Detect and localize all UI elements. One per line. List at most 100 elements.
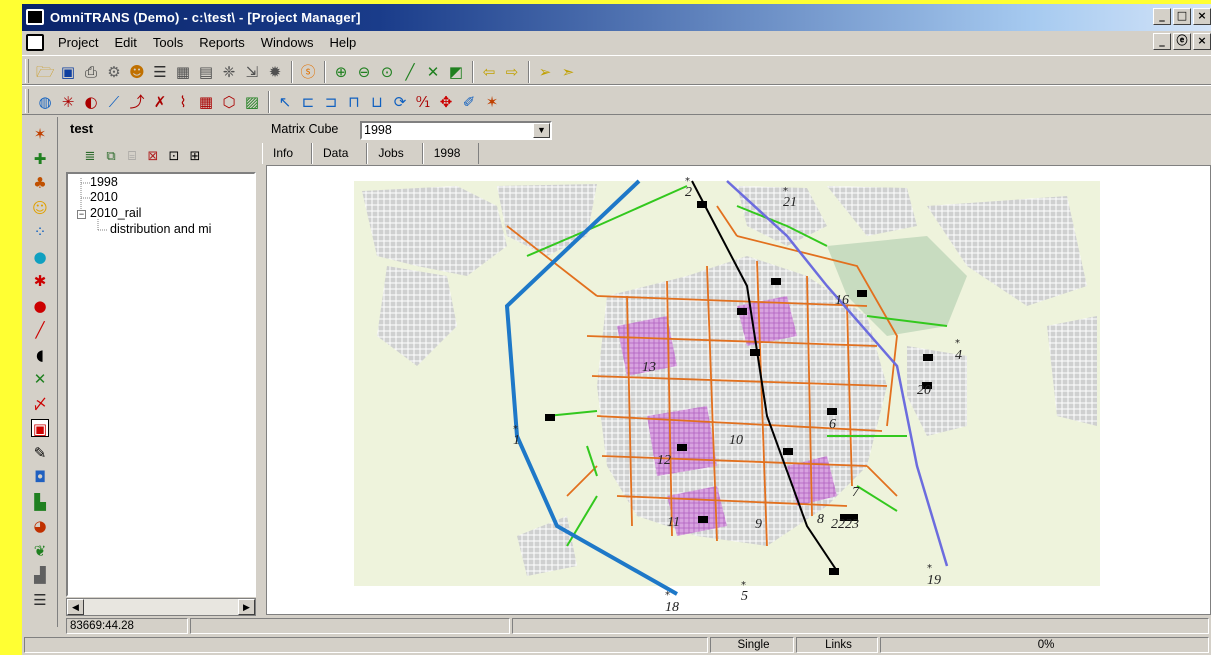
grid-icon[interactable]: ▦ [197, 93, 215, 111]
users-icon[interactable]: ♣ [31, 174, 49, 192]
stop-icon[interactable]: ✶ [31, 125, 49, 143]
tree-item[interactable]: 2010_rail [90, 206, 141, 220]
bus-icon[interactable]: ▣ [31, 419, 49, 438]
box-select-icon[interactable]: ⊏ [299, 93, 317, 111]
minimize-button[interactable]: _ [1153, 8, 1171, 25]
tree-item[interactable]: 2010 [90, 190, 118, 204]
menu-tools[interactable]: Tools [153, 35, 183, 50]
menu-project[interactable]: Project [58, 35, 98, 50]
puzzle-icon[interactable]: ✚ [31, 150, 49, 168]
face-icon[interactable]: ☺ [31, 199, 49, 217]
map-tool-icon[interactable]: ▨ [243, 93, 261, 111]
back-icon[interactable]: ⇦ [480, 63, 498, 81]
maximize-button[interactable]: □ [1173, 8, 1191, 25]
link-icon[interactable]: ⟋ [105, 93, 123, 111]
refresh-icon[interactable]: ⊞ [187, 149, 203, 165]
chart-icon[interactable]: ▟ [31, 566, 49, 584]
calculator-icon[interactable]: ▤ [197, 63, 215, 81]
node-icon[interactable]: ✳ [59, 93, 77, 111]
user-icon[interactable]: ☻ [128, 63, 146, 81]
delete-variant-icon[interactable]: ⊠ [145, 149, 161, 165]
pen-icon[interactable]: 〆 [31, 395, 49, 413]
matrix-cube-select[interactable]: 1998 ▼ [360, 121, 552, 140]
sphere-icon[interactable]: ● [31, 248, 49, 266]
document-icon[interactable] [26, 34, 44, 51]
print-icon[interactable]: ⎙ [82, 63, 100, 81]
copy-variant-icon[interactable]: ⧉ [103, 149, 119, 165]
box-select-plus-icon[interactable]: ⊐ [322, 93, 340, 111]
menu-edit[interactable]: Edit [114, 35, 136, 50]
network-icon[interactable]: ❈ [220, 63, 238, 81]
tab-data[interactable]: Data [312, 143, 368, 164]
open-folder-icon[interactable]: 🗁 [36, 63, 55, 81]
tab-1998[interactable]: 1998 [422, 143, 480, 164]
export-icon[interactable]: ⇲ [243, 63, 261, 81]
save-icon[interactable]: ▣ [59, 63, 77, 81]
route-icon[interactable]: ⤴ [128, 93, 146, 111]
properties-icon[interactable]: ⊡ [166, 149, 182, 165]
palette-icon[interactable]: ◘ [31, 468, 49, 486]
tree-item[interactable]: 1998 [90, 175, 118, 189]
settings-icon[interactable]: ⚙ [105, 63, 123, 81]
bubble-icon[interactable]: ◖ [31, 346, 49, 364]
mdi-minimize-button[interactable]: _ [1153, 33, 1171, 50]
zoom-out-icon[interactable]: ⊖ [355, 63, 373, 81]
app-icon[interactable] [26, 9, 44, 25]
polygon-icon[interactable]: ⬡ [220, 93, 238, 111]
overview-icon[interactable]: ◩ [447, 63, 465, 81]
list-icon[interactable]: ☰ [151, 63, 169, 81]
select-arrow-icon[interactable]: ➢ [536, 63, 554, 81]
cross-icon[interactable]: ✕ [31, 370, 49, 388]
circle-icon[interactable]: ● [31, 297, 49, 315]
project-tree[interactable]: 1998 2010 − 2010_rail distribution and m… [66, 172, 256, 597]
bars-icon[interactable]: ▙ [31, 493, 49, 511]
menu-windows[interactable]: Windows [261, 35, 314, 50]
box-select-minus-icon[interactable]: ⊓ [345, 93, 363, 111]
info-icon[interactable]: ⓢ [299, 63, 317, 81]
paint-icon[interactable]: ✐ [460, 93, 478, 111]
zoom-in-icon[interactable]: ⊕ [332, 63, 350, 81]
map-view[interactable]: 2 21 16 4 13 20 6 1 10 12 7 8 22 23 11 9 [266, 165, 1211, 615]
select-icon[interactable]: ↖ [276, 93, 294, 111]
tree-item[interactable]: distribution and mi [110, 222, 211, 236]
gear-icon[interactable]: ✹ [266, 63, 284, 81]
draw-line-icon[interactable]: ╱ [401, 63, 419, 81]
close-button[interactable]: × [1193, 8, 1211, 25]
centroid-icon[interactable]: ◐ [82, 93, 100, 111]
pointer-icon[interactable]: ➣ [559, 63, 577, 81]
collapse-icon[interactable]: − [77, 210, 86, 219]
menu-reports[interactable]: Reports [199, 35, 245, 50]
stop-icon[interactable]: ✶ [483, 93, 501, 111]
cross-icon[interactable]: ✕ [424, 63, 442, 81]
selection-indicator[interactable]: Links [796, 637, 878, 653]
globe-icon[interactable]: ◍ [36, 93, 54, 111]
tab-jobs[interactable]: Jobs [367, 143, 423, 164]
line-tool-icon[interactable]: ⌇ [174, 93, 192, 111]
feather-icon[interactable]: ❦ [31, 542, 49, 560]
forward-icon[interactable]: ⇨ [503, 63, 521, 81]
toolbar-grip[interactable] [25, 89, 29, 113]
label-icon[interactable]: ⁰⁄₁ [414, 93, 432, 111]
pencil-icon[interactable]: ✎ [31, 444, 49, 462]
move-variant-icon[interactable]: ⌸ [124, 149, 140, 165]
mdi-restore-button[interactable]: ⓔ [1173, 33, 1191, 50]
menu-help[interactable]: Help [330, 35, 357, 50]
new-variant-icon[interactable]: ≣ [82, 149, 98, 165]
dropdown-arrow-icon[interactable]: ▼ [533, 123, 550, 138]
box-select-cross-icon[interactable]: ⊔ [368, 93, 386, 111]
star-icon[interactable]: ✱ [31, 272, 49, 290]
zoom-area-icon[interactable]: ⊙ [378, 63, 396, 81]
tab-info[interactable]: Info [262, 143, 313, 164]
tree-horizontal-scrollbar[interactable]: ◀ ▶ [66, 598, 256, 616]
line-icon[interactable]: ╱ [31, 321, 49, 339]
mode-indicator[interactable]: Single [710, 637, 794, 653]
pie-icon[interactable]: ◕ [31, 517, 49, 535]
title-bar[interactable]: OmniTRANS (Demo) - c:\test\ - [Project M… [22, 4, 1211, 31]
scroll-right-icon[interactable]: ▶ [238, 599, 255, 615]
move-icon[interactable]: ✥ [437, 93, 455, 111]
scroll-left-icon[interactable]: ◀ [67, 599, 84, 615]
network-map[interactable]: 2 21 16 4 13 20 6 1 10 12 7 8 22 23 11 9 [267, 166, 1210, 614]
dots-icon[interactable]: ⁘ [31, 223, 49, 241]
mdi-close-button[interactable]: × [1193, 33, 1211, 50]
table-icon[interactable]: ▦ [174, 63, 192, 81]
